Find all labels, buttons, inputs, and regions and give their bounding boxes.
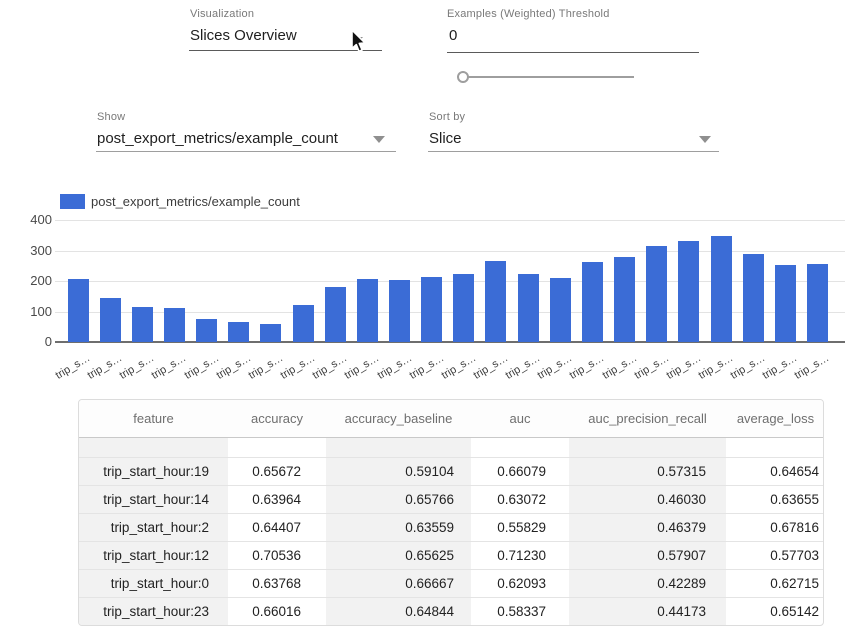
metric-cell-auc_precision_recall[interactable]: 0.46379: [569, 514, 726, 542]
feature-cell[interactable]: trip_start_hour:2: [79, 514, 228, 542]
metric-cell-average_loss[interactable]: 0.57703: [726, 542, 824, 570]
feature-cell[interactable]: trip_start_hour:14: [79, 486, 228, 514]
bar-trip-start-hour-slice[interactable]: [68, 279, 89, 342]
bar-trip-start-hour-slice[interactable]: [228, 322, 249, 342]
metrics-table-card: featureaccuracyaccuracy_baselineaucauc_p…: [78, 399, 824, 626]
metric-cell-accuracy_baseline[interactable]: 0.59104: [326, 458, 471, 486]
table-filter-row: [79, 438, 824, 458]
y-axis-tick-label: 200: [12, 273, 52, 289]
table-row[interactable]: trip_start_hour:230.660160.648440.583370…: [79, 598, 824, 626]
metric-cell-auc_precision_recall[interactable]: 0.57315: [569, 458, 726, 486]
metrics-table: featureaccuracyaccuracy_baselineaucauc_p…: [79, 400, 824, 626]
metric-cell-auc[interactable]: 0.55829: [471, 514, 569, 542]
metric-cell-accuracy_baseline[interactable]: 0.63559: [326, 514, 471, 542]
y-axis-tick-label: 300: [12, 243, 52, 259]
y-axis-tick-label: 0: [12, 334, 52, 350]
filter-cell: [471, 438, 569, 458]
bar-trip-start-hour-slice[interactable]: [132, 307, 153, 342]
column-header-average_loss[interactable]: average_loss: [726, 400, 824, 438]
column-header-auc[interactable]: auc: [471, 400, 569, 438]
table-row[interactable]: trip_start_hour:140.639640.657660.630720…: [79, 486, 824, 514]
feature-cell[interactable]: trip_start_hour:12: [79, 542, 228, 570]
metric-cell-auc_precision_recall[interactable]: 0.42289: [569, 570, 726, 598]
column-header-accuracy[interactable]: accuracy: [228, 400, 326, 438]
metric-cell-accuracy[interactable]: 0.65672: [228, 458, 326, 486]
bar-trip-start-hour-slice[interactable]: [485, 261, 506, 342]
metric-cell-auc_precision_recall[interactable]: 0.44173: [569, 598, 726, 626]
bar-trip-start-hour-slice[interactable]: [100, 298, 121, 342]
bar-trip-start-hour-slice[interactable]: [453, 274, 474, 342]
table-row[interactable]: trip_start_hour:120.705360.656250.712300…: [79, 542, 824, 570]
slices-overview-app: Visualization Slices Overview Examples (…: [0, 0, 863, 626]
bar-trip-start-hour-slice[interactable]: [807, 264, 828, 342]
metric-cell-auc[interactable]: 0.62093: [471, 570, 569, 598]
metric-cell-auc[interactable]: 0.58337: [471, 598, 569, 626]
metric-cell-accuracy[interactable]: 0.66016: [228, 598, 326, 626]
bar-trip-start-hour-slice[interactable]: [518, 274, 539, 342]
bar-trip-start-hour-slice[interactable]: [325, 287, 346, 342]
metric-cell-accuracy[interactable]: 0.64407: [228, 514, 326, 542]
metric-cell-accuracy_baseline[interactable]: 0.66667: [326, 570, 471, 598]
metric-cell-auc[interactable]: 0.63072: [471, 486, 569, 514]
metric-cell-accuracy[interactable]: 0.63964: [228, 486, 326, 514]
feature-cell[interactable]: trip_start_hour:23: [79, 598, 228, 626]
table-row[interactable]: trip_start_hour:00.637680.666670.620930.…: [79, 570, 824, 598]
y-axis-tick-label: 400: [12, 212, 52, 228]
bar-trip-start-hour-slice[interactable]: [196, 319, 217, 342]
column-header-accuracy_baseline[interactable]: accuracy_baseline: [326, 400, 471, 438]
metric-cell-average_loss[interactable]: 0.65142: [726, 598, 824, 626]
feature-cell[interactable]: trip_start_hour:19: [79, 458, 228, 486]
column-header-feature[interactable]: feature: [79, 400, 228, 438]
bar-trip-start-hour-slice[interactable]: [678, 241, 699, 342]
gridline: [55, 220, 845, 221]
bar-trip-start-hour-slice[interactable]: [357, 279, 378, 342]
table-row[interactable]: trip_start_hour:190.656720.591040.660790…: [79, 458, 824, 486]
table-header-row: featureaccuracyaccuracy_baselineaucauc_p…: [79, 400, 824, 438]
filter-cell: [228, 438, 326, 458]
bar-trip-start-hour-slice[interactable]: [260, 324, 281, 342]
metric-cell-average_loss[interactable]: 0.63655: [726, 486, 824, 514]
filter-cell: [569, 438, 726, 458]
bar-trip-start-hour-slice[interactable]: [293, 305, 314, 342]
table-row[interactable]: trip_start_hour:20.644070.635590.558290.…: [79, 514, 824, 542]
column-header-auc_precision_recall[interactable]: auc_precision_recall: [569, 400, 726, 438]
bar-trip-start-hour-slice[interactable]: [421, 277, 442, 342]
feature-cell[interactable]: trip_start_hour:0: [79, 570, 228, 598]
metric-cell-auc_precision_recall[interactable]: 0.57907: [569, 542, 726, 570]
example-count-bar-chart: 0100200300400trip_s…trip_s…trip_s…trip_s…: [0, 0, 863, 395]
metric-cell-average_loss[interactable]: 0.64654: [726, 458, 824, 486]
y-axis-tick-label: 100: [12, 304, 52, 320]
metric-cell-accuracy_baseline[interactable]: 0.65766: [326, 486, 471, 514]
metric-cell-accuracy_baseline[interactable]: 0.64844: [326, 598, 471, 626]
metric-cell-accuracy_baseline[interactable]: 0.65625: [326, 542, 471, 570]
metric-cell-auc[interactable]: 0.66079: [471, 458, 569, 486]
filter-cell: [79, 438, 228, 458]
bar-trip-start-hour-slice[interactable]: [550, 278, 571, 342]
bar-trip-start-hour-slice[interactable]: [711, 236, 732, 342]
metric-cell-average_loss[interactable]: 0.62715: [726, 570, 824, 598]
bar-trip-start-hour-slice[interactable]: [389, 280, 410, 342]
bar-trip-start-hour-slice[interactable]: [646, 246, 667, 342]
filter-cell: [326, 438, 471, 458]
metric-cell-average_loss[interactable]: 0.67816: [726, 514, 824, 542]
filter-cell: [726, 438, 824, 458]
bar-trip-start-hour-slice[interactable]: [743, 254, 764, 342]
metric-cell-accuracy[interactable]: 0.63768: [228, 570, 326, 598]
metric-cell-auc[interactable]: 0.71230: [471, 542, 569, 570]
metric-cell-accuracy[interactable]: 0.70536: [228, 542, 326, 570]
metric-cell-auc_precision_recall[interactable]: 0.46030: [569, 486, 726, 514]
bar-trip-start-hour-slice[interactable]: [164, 308, 185, 342]
bar-trip-start-hour-slice[interactable]: [582, 262, 603, 342]
bar-trip-start-hour-slice[interactable]: [614, 257, 635, 342]
bar-trip-start-hour-slice[interactable]: [775, 265, 796, 342]
